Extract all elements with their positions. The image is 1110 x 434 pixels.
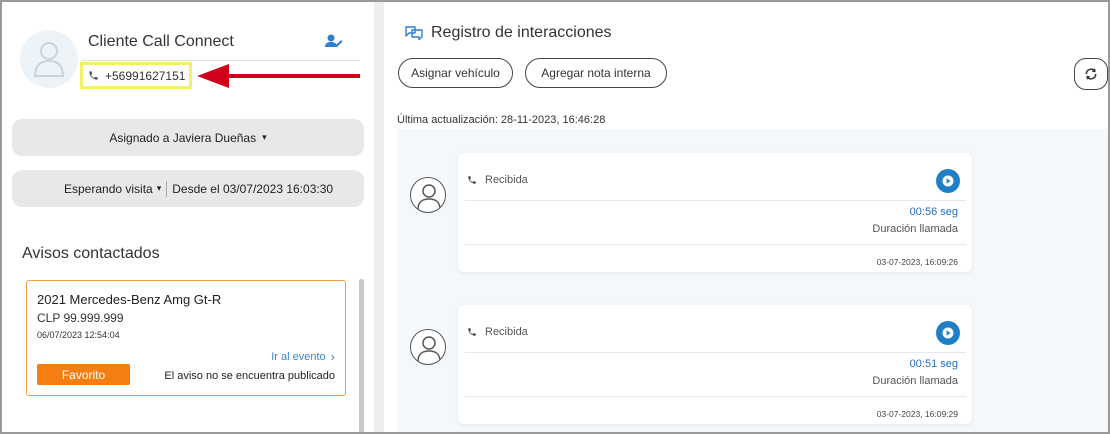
card-divider (465, 396, 966, 397)
user-avatar-icon (410, 177, 446, 213)
chevron-down-icon: ▾ (262, 132, 267, 142)
call-duration: 00:56 seg (909, 206, 958, 218)
phone-highlight: +56991627151 (80, 62, 192, 89)
go-to-event-link[interactable]: Ir al evento › (271, 349, 335, 364)
user-edit-icon[interactable] (325, 34, 343, 53)
chevron-down-icon: ▾ (156, 183, 162, 193)
call-card: Recibida 00:56 seg Duración llamada 03-0… (458, 153, 972, 272)
call-card: Recibida 00:51 seg Duración llamada 03-0… (458, 305, 972, 424)
contact-panel: Cliente Call Connect +56991627151 Asigna… (2, 2, 374, 432)
aviso-price: CLP 99.999.999 (37, 311, 124, 325)
call-type-label: Recibida (485, 326, 528, 338)
play-recording-button[interactable] (936, 321, 960, 345)
call-duration-label: Duración llamada (872, 375, 958, 387)
visit-status-bar: Esperando visita ▾ Desde el 03/07/2023 1… (12, 170, 364, 207)
play-icon (942, 175, 954, 187)
aviso-title: 2021 Mercedes-Benz Amg Gt-R (37, 292, 222, 307)
chevron-right-icon: › (330, 349, 335, 364)
aviso-card[interactable]: 2021 Mercedes-Benz Amg Gt-R CLP 99.999.9… (26, 280, 346, 396)
assignment-dropdown[interactable]: Asignado a Javiera Dueñas ▾ (12, 119, 364, 156)
interactions-panel: Registro de interacciones Asignar vehícu… (384, 2, 1108, 432)
card-divider (465, 352, 966, 353)
name-divider (82, 60, 360, 61)
call-duration-label: Duración llamada (872, 223, 958, 235)
favorite-badge[interactable]: Favorito (37, 364, 130, 385)
user-avatar-icon (410, 329, 446, 365)
panel-divider (374, 2, 384, 432)
assignment-label: Asignado a Javiera Dueñas (109, 130, 257, 145)
call-duration: 00:51 seg (909, 358, 958, 370)
card-divider (465, 200, 966, 201)
refresh-icon (1085, 68, 1097, 80)
user-avatar-icon (33, 42, 65, 77)
visit-status-dropdown[interactable]: Esperando visita ▾ (64, 182, 161, 196)
card-divider (465, 244, 966, 245)
registro-header: Registro de interacciones (405, 24, 612, 42)
last-update: Última actualización: 28-11-2023, 16:46:… (397, 114, 606, 126)
refresh-button[interactable] (1074, 58, 1108, 90)
crm-contact-window: Cliente Call Connect +56991627151 Asigna… (0, 0, 1110, 434)
visit-since: Desde el 03/07/2023 16:03:30 (172, 181, 334, 196)
call-timestamp: 03-07-2023, 16:09:26 (876, 257, 958, 267)
avisos-title: Avisos contactados (22, 245, 160, 262)
visit-status-label: Esperando visita (64, 181, 153, 196)
aviso-date: 06/07/2023 12:54:04 (37, 330, 120, 340)
call-type: Recibida (467, 174, 528, 186)
phone-icon (467, 175, 477, 185)
add-internal-note-button[interactable]: Agregar nota interna (525, 58, 667, 88)
assign-vehicle-button[interactable]: Asignar vehículo (398, 58, 513, 88)
avisos-scrollbar[interactable] (359, 279, 364, 432)
contact-avatar (20, 30, 78, 88)
contact-name: Cliente Call Connect (88, 33, 234, 50)
phone-number[interactable]: +56991627151 (105, 69, 185, 83)
call-type: Recibida (467, 326, 528, 338)
play-icon (942, 327, 954, 339)
play-recording-button[interactable] (936, 169, 960, 193)
chat-bubbles-icon (405, 25, 423, 41)
call-timestamp: 03-07-2023, 16:09:29 (876, 409, 958, 419)
call-type-label: Recibida (485, 174, 528, 186)
visit-divider (166, 180, 168, 197)
registro-title: Registro de interacciones (431, 24, 612, 41)
aviso-status: El aviso no se encuentra publicado (164, 370, 335, 382)
annotation-arrow-icon (197, 64, 360, 88)
phone-icon (467, 327, 477, 337)
go-to-event-label: Ir al evento (271, 350, 326, 363)
phone-icon (88, 70, 99, 81)
interaction-timeline: Recibida 00:56 seg Duración llamada 03-0… (397, 129, 1108, 432)
